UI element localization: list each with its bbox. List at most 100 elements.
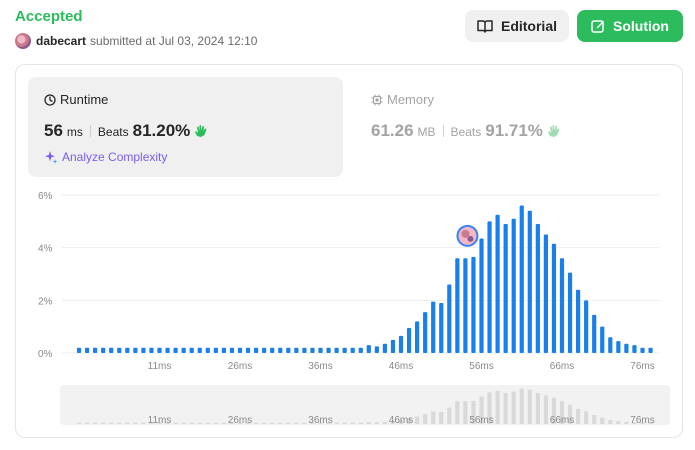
chart-bar[interactable] bbox=[608, 337, 613, 353]
chart-bar[interactable] bbox=[350, 347, 355, 353]
range-bar bbox=[382, 421, 387, 424]
chart-bar[interactable] bbox=[567, 272, 573, 353]
range-bar bbox=[334, 422, 339, 424]
range-bar bbox=[173, 422, 178, 424]
chart-bar[interactable] bbox=[117, 347, 122, 353]
chart-bar[interactable] bbox=[366, 345, 371, 353]
chart-bar[interactable] bbox=[406, 327, 412, 353]
range-bar bbox=[125, 422, 130, 424]
chart-bar[interactable] bbox=[157, 347, 162, 353]
range-tick-label: 26ms bbox=[228, 415, 252, 426]
chart-bar[interactable] bbox=[584, 300, 589, 353]
chart-bar[interactable] bbox=[503, 223, 508, 353]
chart-bar[interactable] bbox=[294, 347, 299, 353]
chart-bar[interactable] bbox=[390, 339, 396, 353]
chart-bar[interactable] bbox=[197, 347, 202, 353]
chart-bar[interactable] bbox=[133, 347, 138, 353]
chart-bar[interactable] bbox=[632, 345, 637, 353]
x-tick-label: 26ms bbox=[228, 361, 252, 372]
range-bar bbox=[205, 422, 210, 424]
chart-bar[interactable] bbox=[559, 258, 565, 353]
chart-bar[interactable] bbox=[286, 347, 291, 353]
range-bar bbox=[503, 392, 508, 424]
range-bar bbox=[141, 422, 146, 424]
chart-bar[interactable] bbox=[76, 347, 82, 353]
x-tick-label: 46ms bbox=[389, 361, 413, 372]
chart-bar[interactable] bbox=[535, 223, 540, 353]
chart-bar[interactable] bbox=[165, 347, 170, 353]
chart-bar[interactable] bbox=[519, 205, 524, 353]
chart-bar[interactable] bbox=[495, 214, 500, 353]
range-bar bbox=[358, 422, 363, 424]
chart-bar[interactable] bbox=[205, 347, 210, 353]
range-bar bbox=[213, 422, 218, 424]
chart-bar[interactable] bbox=[173, 347, 178, 353]
range-bar bbox=[221, 422, 226, 424]
chart-bar[interactable] bbox=[245, 347, 251, 353]
chart-bar[interactable] bbox=[221, 347, 226, 353]
range-bar bbox=[302, 422, 307, 424]
chart-bar[interactable] bbox=[189, 347, 194, 353]
chart-bar[interactable] bbox=[262, 347, 267, 353]
chart-bar[interactable] bbox=[447, 284, 452, 353]
chart-bar[interactable] bbox=[181, 347, 186, 353]
range-tick-label: 36ms bbox=[308, 415, 332, 426]
chart-bar[interactable] bbox=[471, 256, 476, 353]
chart-bar[interactable] bbox=[125, 347, 130, 353]
chart-bar[interactable] bbox=[423, 312, 428, 353]
chart-bar[interactable] bbox=[342, 347, 347, 353]
chart-bar[interactable] bbox=[648, 347, 653, 353]
range-tick-label: 46ms bbox=[389, 415, 413, 426]
x-tick-label: 56ms bbox=[469, 361, 493, 372]
chart-bar[interactable] bbox=[455, 258, 460, 353]
chart-bar[interactable] bbox=[439, 302, 444, 353]
chart-bar[interactable] bbox=[616, 341, 621, 353]
chart-bar[interactable] bbox=[149, 347, 154, 353]
range-tick-label: 11ms bbox=[148, 415, 172, 426]
chart-bar[interactable] bbox=[592, 314, 597, 353]
chart-bar[interactable] bbox=[543, 234, 548, 354]
chart-bar[interactable] bbox=[270, 347, 275, 353]
chart-bar[interactable] bbox=[600, 326, 605, 353]
chart-bar[interactable] bbox=[431, 301, 436, 353]
chart-bar[interactable] bbox=[551, 243, 557, 353]
chart-bar[interactable] bbox=[511, 218, 516, 353]
chart-bar[interactable] bbox=[109, 347, 114, 353]
chart-bar[interactable] bbox=[302, 347, 307, 353]
chart-bar[interactable] bbox=[278, 347, 283, 353]
chart-bar[interactable] bbox=[487, 221, 492, 353]
range-bar bbox=[415, 416, 420, 424]
chart-bar[interactable] bbox=[84, 347, 90, 353]
chart-bar[interactable] bbox=[576, 289, 581, 353]
chart-bar[interactable] bbox=[237, 347, 243, 353]
range-bar bbox=[543, 395, 548, 424]
chart-bar[interactable] bbox=[463, 258, 468, 353]
chart-bar[interactable] bbox=[141, 347, 146, 353]
range-bar bbox=[294, 422, 299, 424]
chart-bar[interactable] bbox=[374, 346, 379, 353]
chart-bar[interactable] bbox=[479, 238, 484, 353]
runtime-distribution-chart[interactable]: 0% 2% 4% 6% 11ms 26ms 36ms 46ms 56ms 66ms 76ms 11ms… bbox=[0, 0, 695, 450]
chart-bar[interactable] bbox=[358, 347, 363, 353]
chart-bar[interactable] bbox=[624, 343, 629, 353]
chart-bar[interactable] bbox=[640, 347, 645, 353]
range-bar bbox=[495, 390, 500, 424]
chart-bar[interactable] bbox=[398, 335, 404, 353]
y-tick-label: 2% bbox=[38, 296, 53, 307]
chart-bar[interactable] bbox=[527, 210, 532, 353]
chart-bar[interactable] bbox=[93, 347, 98, 353]
range-bar bbox=[624, 421, 629, 424]
chart-bar[interactable] bbox=[310, 347, 315, 353]
range-bar bbox=[197, 422, 202, 424]
chart-bar[interactable] bbox=[213, 347, 218, 353]
chart-bar[interactable] bbox=[326, 347, 331, 353]
range-bar bbox=[109, 422, 114, 424]
chart-bar[interactable] bbox=[229, 347, 235, 353]
chart-bar[interactable] bbox=[334, 347, 339, 353]
chart-bar[interactable] bbox=[318, 347, 323, 353]
chart-bar[interactable] bbox=[254, 347, 259, 353]
chart-bar[interactable] bbox=[101, 347, 106, 353]
chart-bar[interactable] bbox=[382, 343, 387, 353]
chart-bar[interactable] bbox=[415, 321, 420, 353]
range-bar bbox=[189, 422, 194, 424]
